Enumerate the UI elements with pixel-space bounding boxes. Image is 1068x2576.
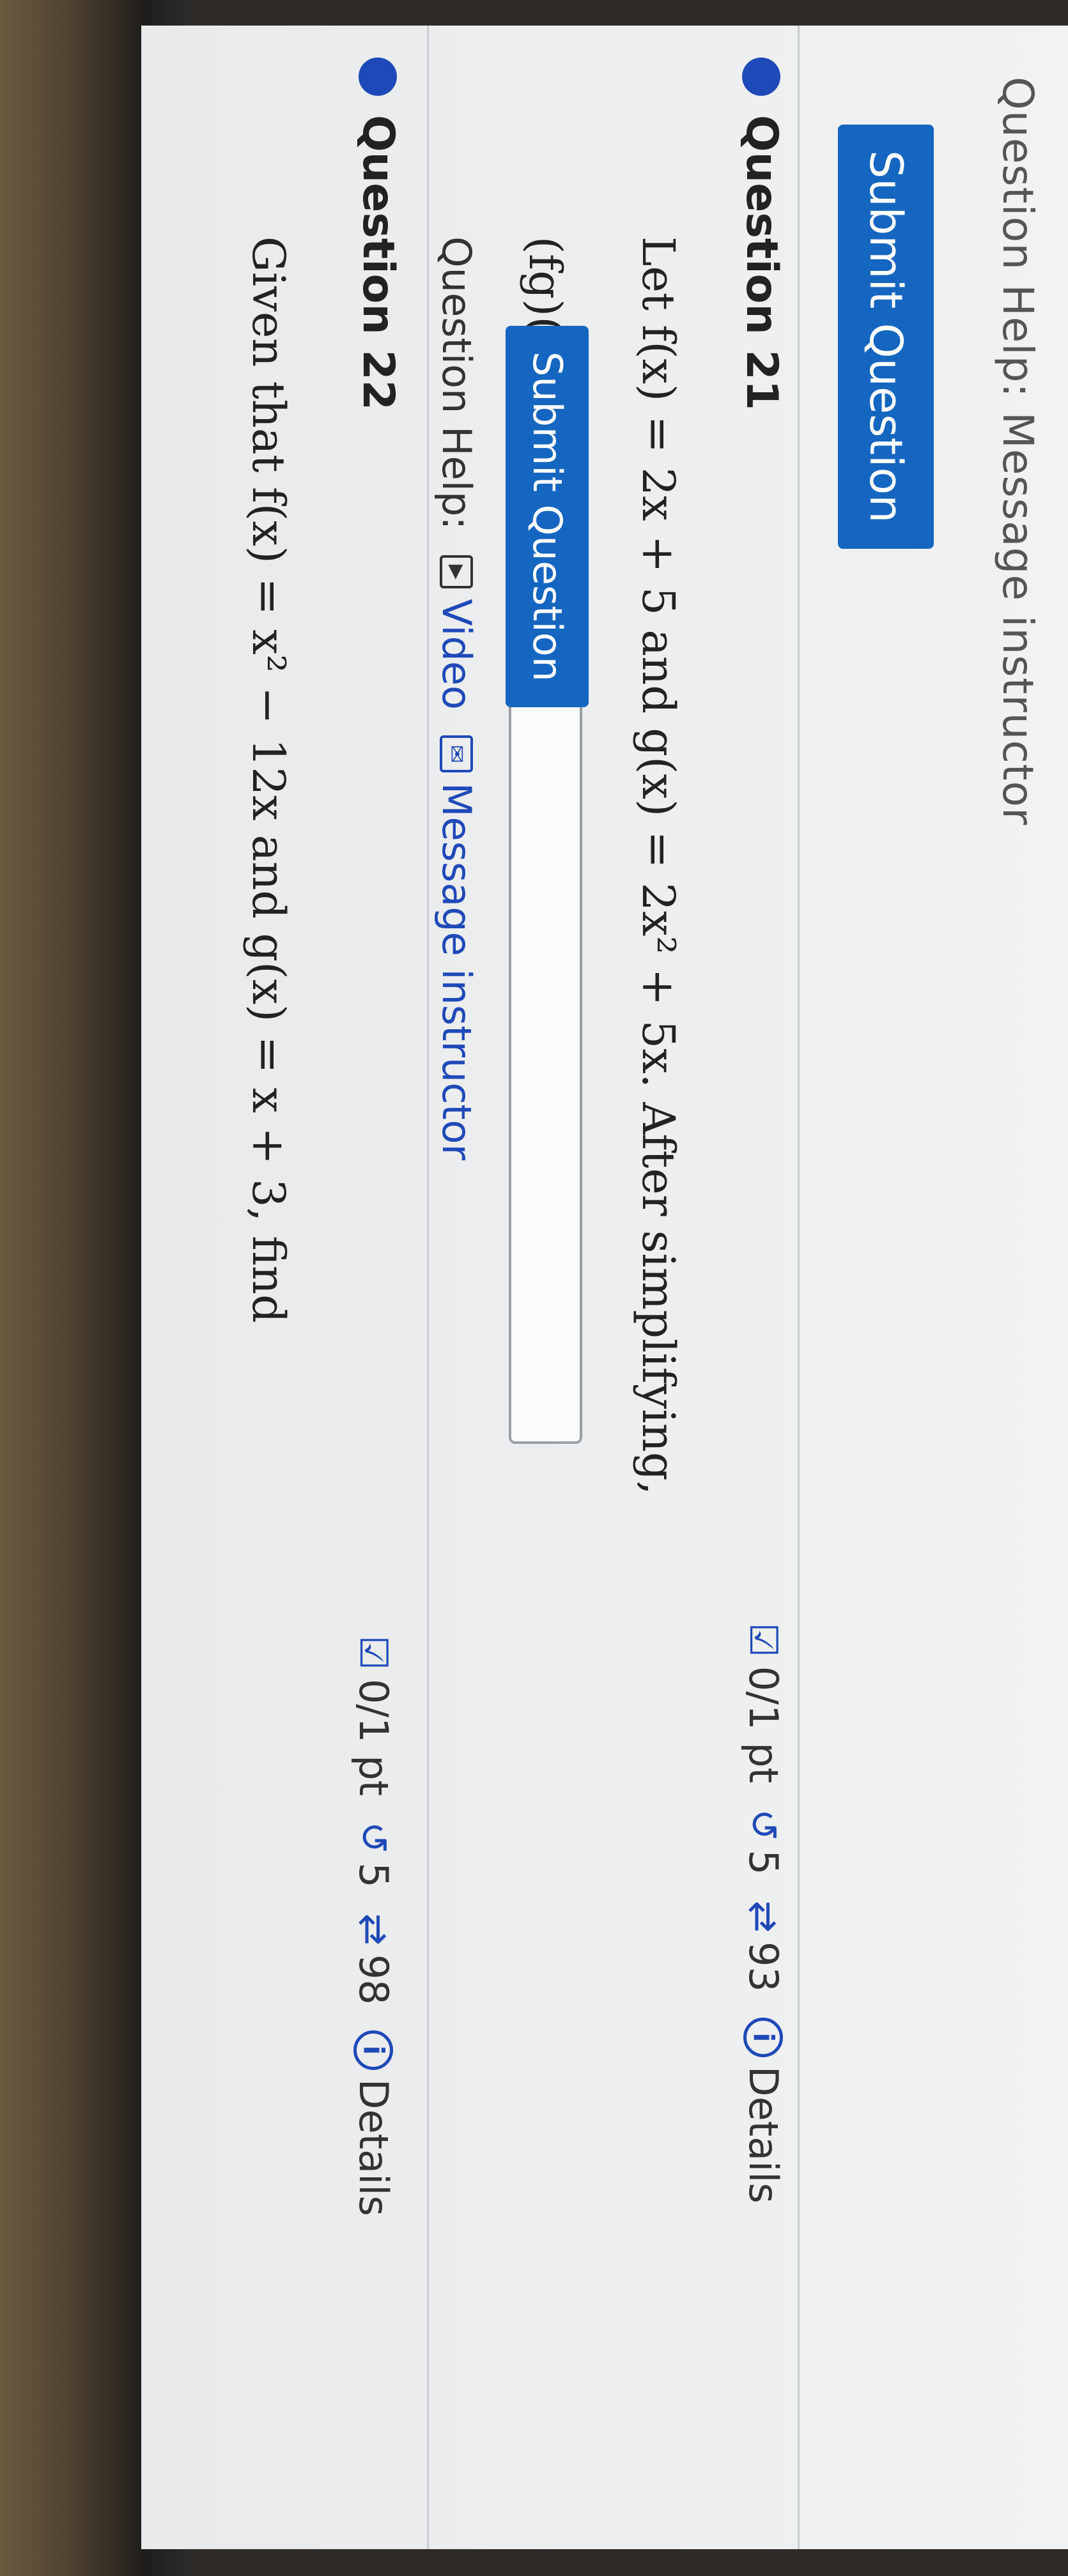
- submit-question-21-button[interactable]: Submit Question: [506, 326, 589, 707]
- details-label: Details: [740, 2066, 787, 2204]
- attempts-value: 98: [350, 1954, 397, 2005]
- cycle-icon: ⇄: [741, 1900, 786, 1933]
- play-icon: ▶: [440, 555, 474, 589]
- info-icon: i: [743, 2017, 784, 2057]
- submit-question-button[interactable]: Submit Question: [838, 125, 934, 549]
- question-22-title: Question 22: [353, 115, 403, 411]
- photo-stage: Question Help: Message instructor Submit…: [0, 0, 1068, 2576]
- tries-value: 5: [350, 1862, 397, 1888]
- message-instructor-link[interactable]: ✉ Message instructor: [433, 735, 480, 1160]
- screen: Question Help: Message instructor Submit…: [141, 26, 1068, 2549]
- question-21-meta: ☑ 0/1 pt ↺ 5 ⇄ 93 i Details: [740, 1623, 787, 2229]
- info-icon: i: [353, 2030, 394, 2070]
- retry-icon: ↺: [351, 1821, 396, 1854]
- question-22-meta: ☑ 0/1 pt ↺ 5 ⇄ 98 i Details: [350, 1636, 397, 2242]
- retry-icon: ↺: [741, 1808, 786, 1841]
- tries: ↺ 5: [740, 1809, 787, 1875]
- divider: [427, 26, 429, 2549]
- question-help-row: Question Help: ▶ Video ✉ Message instruc…: [433, 236, 480, 1186]
- attempts: ⇄ 93: [740, 1901, 787, 1992]
- divider: [798, 26, 800, 2549]
- points-value: 0/1 pt: [350, 1678, 397, 1796]
- status-dot-icon: [742, 57, 781, 96]
- points: ☑ 0/1 pt: [350, 1636, 397, 1796]
- video-link[interactable]: ▶ Video: [433, 555, 480, 710]
- tries: ↺ 5: [350, 1821, 397, 1888]
- assignment-page: Question Help: Message instructor Submit…: [141, 26, 1068, 2549]
- question-21-title: Question 21: [736, 115, 787, 411]
- envelope-icon: ✉: [440, 735, 474, 772]
- details-link[interactable]: i Details: [350, 2030, 397, 2216]
- question-22-header: Question 22: [353, 57, 403, 410]
- status-dot-icon: [359, 57, 398, 96]
- previous-question-help: Question Help: Message instructor: [993, 77, 1042, 826]
- question-21-text: Let f(x) = 2x + 5 and g(x) = 2x² + 5x. A…: [632, 236, 685, 1495]
- question-22-text: Given that f(x) = x² − 12x and g(x) = x …: [242, 236, 295, 1323]
- checkbox-icon: ☑: [351, 1636, 396, 1670]
- attempts: ⇄ 98: [350, 1913, 397, 2005]
- message-label: Message instructor: [433, 782, 480, 1161]
- attempts-value: 93: [740, 1941, 787, 1992]
- points-value: 0/1 pt: [740, 1666, 787, 1783]
- question-21-header: Question 21: [736, 57, 787, 410]
- video-label: Video: [433, 599, 480, 710]
- question-help-label: Question Help:: [433, 236, 480, 530]
- cycle-icon: ⇄: [351, 1913, 396, 1945]
- details-link[interactable]: i Details: [740, 2017, 787, 2204]
- details-label: Details: [350, 2078, 397, 2216]
- points: ☑ 0/1 pt: [740, 1623, 787, 1783]
- checkbox-icon: ☑: [741, 1623, 786, 1657]
- tries-value: 5: [740, 1850, 787, 1875]
